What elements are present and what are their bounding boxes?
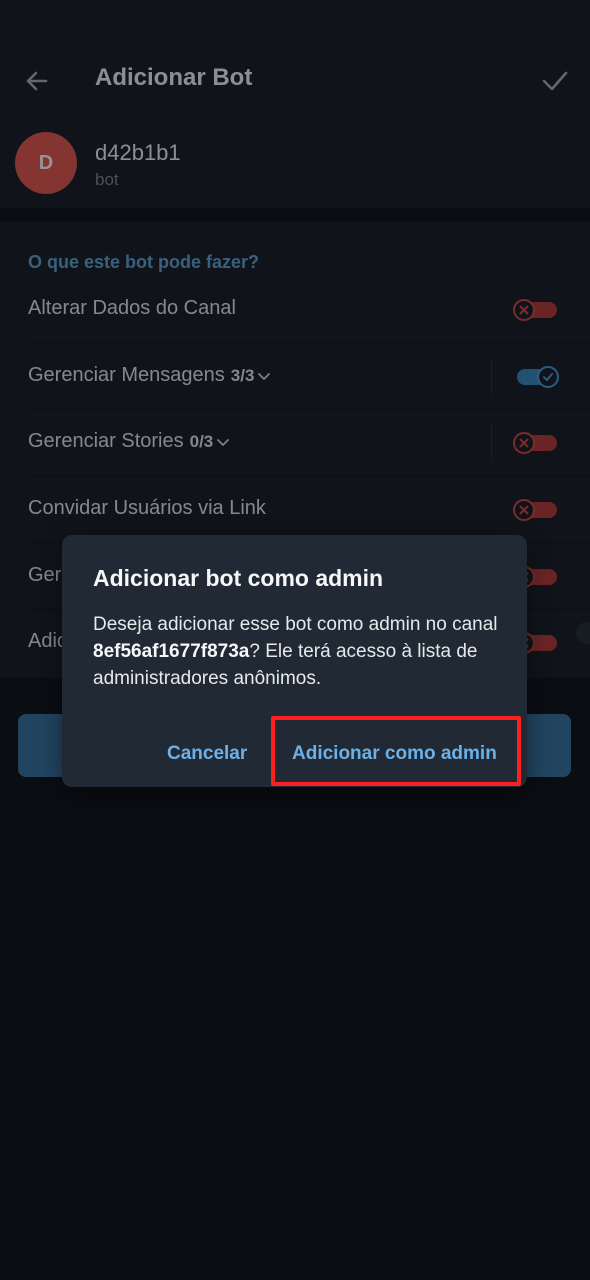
dialog-title: Adicionar bot como admin: [93, 565, 384, 591]
cancel-button[interactable]: Cancelar: [167, 743, 247, 765]
highlight-box: [271, 716, 521, 786]
channel-name: 8ef56af1677f873a: [93, 641, 250, 662]
dialog-message: Deseja adicionar esse bot como admin no …: [93, 614, 498, 689]
